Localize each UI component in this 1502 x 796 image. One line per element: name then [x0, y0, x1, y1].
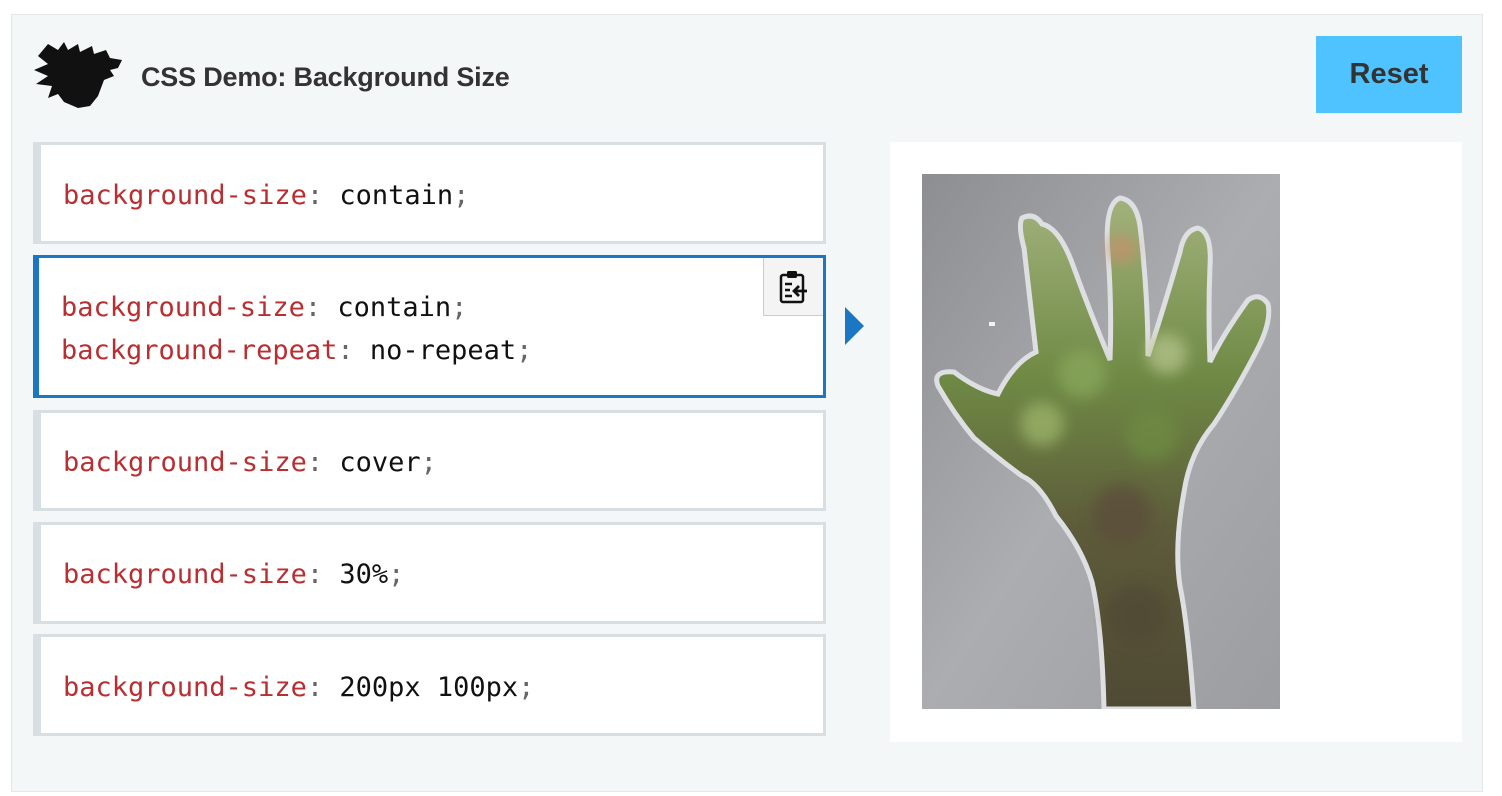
reset-button[interactable]: Reset: [1316, 36, 1462, 113]
css-property: background-repeat: [61, 335, 338, 366]
css-value: contain: [339, 180, 454, 211]
clipboard-copy-icon: [779, 270, 807, 303]
css-property: background-size: [63, 180, 307, 211]
css-property: background-size: [63, 559, 307, 590]
output-panel: [890, 142, 1462, 742]
choice-code: background-size: contain;: [63, 180, 470, 211]
choice-200px-100px[interactable]: background-size: 200px 100px;: [33, 634, 826, 736]
css-property: background-size: [63, 672, 307, 703]
copy-to-clipboard-button[interactable]: [763, 258, 823, 316]
choice-contain[interactable]: background-size: contain;: [33, 142, 826, 244]
triangle-right-icon: [845, 307, 864, 345]
css-value: contain: [337, 292, 452, 323]
css-value: cover: [339, 447, 421, 478]
choice-code: background-size: 30%;: [63, 559, 405, 590]
choice-code: background-size: cover;: [63, 447, 437, 478]
css-value: 30%: [339, 559, 389, 590]
page-title: CSS Demo: Background Size: [141, 62, 510, 92]
choice-cover[interactable]: background-size: cover;: [33, 410, 826, 511]
css-property: background-size: [61, 292, 305, 323]
dinosaur-logo-icon: [34, 42, 122, 108]
css-property: background-size: [63, 447, 307, 478]
css-value: no-repeat: [369, 335, 517, 366]
choice-contain-no-repeat[interactable]: background-size: contain; background-rep…: [33, 255, 826, 398]
css-value: 200px 100px: [339, 672, 519, 703]
hand-cutout-photo: [922, 174, 1280, 709]
choice-30-percent[interactable]: background-size: 30%;: [33, 522, 826, 624]
choice-code: background-size: contain; background-rep…: [61, 292, 533, 366]
choice-code: background-size: 200px 100px;: [63, 672, 535, 703]
